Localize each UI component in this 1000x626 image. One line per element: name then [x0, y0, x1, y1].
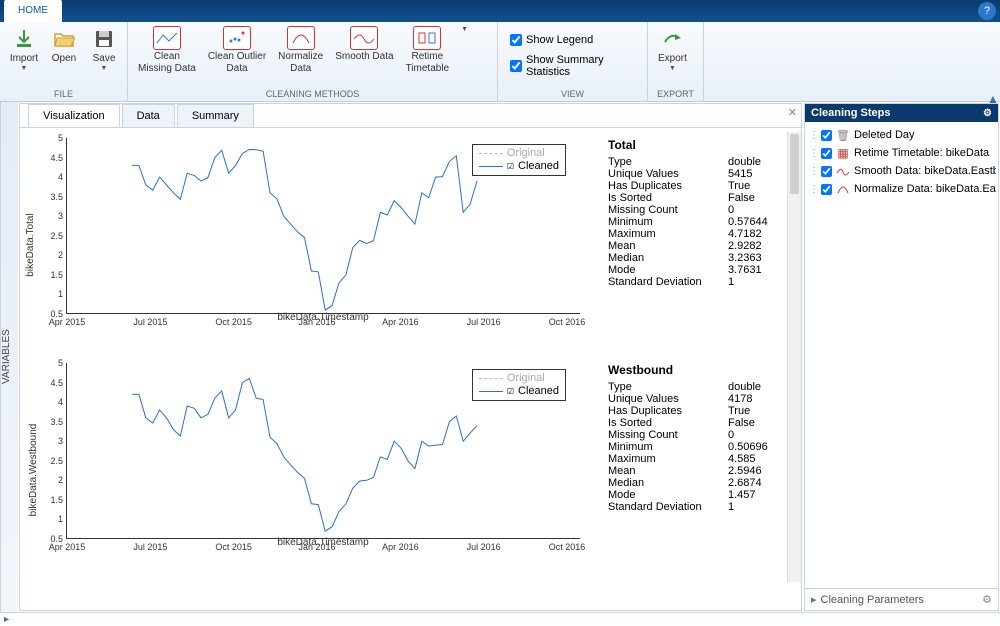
plot-area: bikeData.Total Original ☑Cleaned 0.511.5… — [20, 128, 801, 610]
dropdown-arrow-icon: ▼ — [461, 26, 468, 34]
clean-outlier-button[interactable]: Clean Outlier Data — [204, 24, 270, 76]
show-legend-checkbox[interactable]: Show Legend — [504, 32, 599, 48]
gear-icon[interactable]: ⚙ — [982, 593, 992, 606]
smooth-icon — [350, 26, 378, 50]
save-icon — [91, 26, 117, 52]
smooth-button[interactable]: Smooth Data — [331, 24, 397, 65]
chart-total: bikeData.Total Original ☑Cleaned 0.511.5… — [20, 132, 590, 357]
step-item[interactable]: ⋮▦Retime Timetable: bikeData — [807, 144, 996, 162]
stats-total: Total TypedoubleUnique Values5415Has Dup… — [590, 132, 787, 357]
ribbon-group-label: CLEANING METHODS — [134, 87, 491, 101]
steps-panel-header: Cleaning Steps ⚙ — [805, 104, 998, 122]
stats-title: Westbound — [608, 363, 781, 377]
import-icon — [11, 26, 37, 52]
tab-home[interactable]: HOME — [4, 0, 62, 22]
open-button[interactable]: Open — [46, 24, 82, 67]
chart-westbound: bikeData.Westbound Original ☑Cleaned 0.5… — [20, 357, 590, 582]
stats-title: Total — [608, 138, 781, 152]
dropdown-arrow-icon: ▼ — [21, 65, 28, 73]
clean-outlier-icon — [223, 26, 251, 50]
retime-icon: ▦ — [836, 146, 850, 160]
y-axis-label: bikeData.Westbound — [28, 423, 39, 516]
parameters-panel-header[interactable]: ▸ Cleaning Parameters ⚙ — [805, 588, 998, 610]
retime-icon — [413, 26, 441, 50]
methods-dropdown[interactable]: ▼ — [457, 24, 472, 36]
normalize-icon — [836, 182, 850, 196]
trash-icon: 🗑 — [836, 128, 850, 142]
folder-open-icon — [51, 26, 77, 52]
step-item[interactable]: ⋮Smooth Data: bikeData.Eastbo — [807, 162, 996, 180]
retime-button[interactable]: Retime Timetable — [402, 24, 454, 76]
clean-missing-button[interactable]: Clean Missing Data — [134, 24, 200, 76]
scrollbar[interactable] — [787, 357, 801, 582]
export-button[interactable]: Export▼ — [654, 24, 691, 75]
clean-missing-icon — [153, 26, 181, 50]
ribbon: Import▼ Open Save▼ FILE Clean Missing Da… — [0, 22, 1000, 102]
export-icon — [659, 26, 685, 52]
step-item[interactable]: ⋮Normalize Data: bikeData.East — [807, 180, 996, 198]
y-axis-label: bikeData.Total — [25, 213, 36, 276]
help-button[interactable]: ? — [978, 2, 996, 20]
show-summary-checkbox[interactable]: Show Summary Statistics — [504, 52, 641, 80]
close-panel-button[interactable]: ✕ — [788, 106, 797, 119]
step-item[interactable]: ⋮🗑Deleted Day — [807, 126, 996, 144]
expand-footer-button[interactable]: ▸ — [0, 612, 1000, 626]
normalize-icon — [287, 26, 315, 50]
gear-icon[interactable]: ⚙ — [983, 108, 992, 119]
ribbon-group-label: EXPORT — [654, 87, 697, 101]
stats-westbound: Westbound TypedoubleUnique Values4178Has… — [590, 357, 787, 582]
dropdown-arrow-icon: ▼ — [101, 65, 108, 73]
minimize-ribbon-button[interactable]: ▲ — [986, 22, 1000, 106]
tab-data[interactable]: Data — [122, 104, 175, 127]
smooth-icon — [836, 164, 850, 178]
tab-visualization[interactable]: Visualization — [28, 104, 120, 127]
ribbon-group-label: FILE — [6, 87, 121, 101]
variables-panel-tab[interactable]: VARIABLES — [0, 102, 18, 612]
tab-summary[interactable]: Summary — [177, 104, 254, 127]
normalize-button[interactable]: Normalize Data — [274, 24, 327, 76]
save-button[interactable]: Save▼ — [86, 24, 122, 75]
dropdown-arrow-icon: ▼ — [669, 65, 676, 73]
scrollbar[interactable] — [787, 132, 801, 357]
chevron-right-icon: ▸ — [811, 593, 817, 606]
ribbon-group-label: VIEW — [504, 87, 641, 101]
import-button[interactable]: Import▼ — [6, 24, 42, 75]
